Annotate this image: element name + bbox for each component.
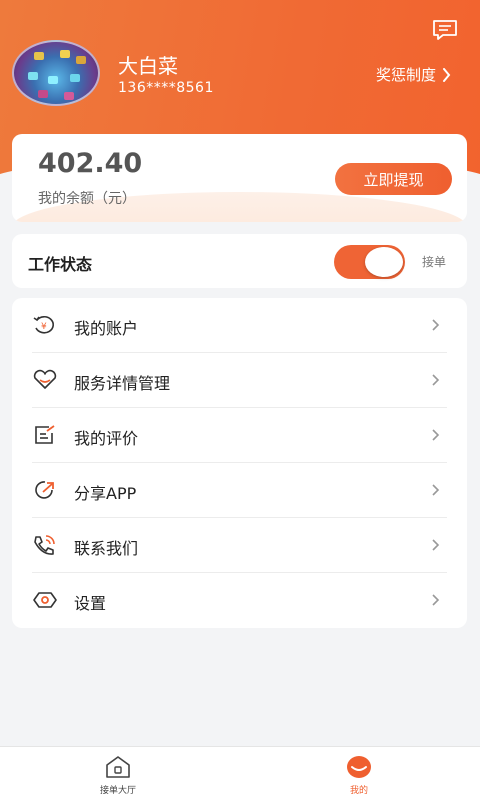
- menu-item-contact-us[interactable]: 联系我们: [12, 518, 467, 573]
- avatar-detail: [48, 76, 58, 84]
- message-icon[interactable]: [431, 18, 459, 42]
- chevron-right-icon: [430, 482, 442, 498]
- balance-card: 402.40 我的余额（元） 立即提现: [12, 134, 467, 222]
- work-status-card: 工作状态 接单: [12, 234, 467, 288]
- reward-rules-link[interactable]: 奖惩制度: [376, 64, 451, 85]
- toggle-knob: [365, 247, 403, 277]
- menu-item-service-details[interactable]: 服务详情管理: [12, 353, 467, 408]
- avatar[interactable]: [12, 40, 100, 106]
- home-icon: [104, 755, 132, 779]
- menu-item-label: 联系我们: [74, 539, 139, 558]
- work-status-title: 工作状态: [28, 255, 93, 274]
- tab-label: 我的: [349, 786, 368, 796]
- menu-list: ¥ 我的账户 服务详情管理 我的评价 分享APP 联系我们 设置: [12, 298, 467, 628]
- withdraw-button[interactable]: 立即提现: [335, 163, 452, 195]
- chevron-right-icon: [430, 427, 442, 443]
- avatar-detail: [34, 52, 44, 60]
- wallet-yuan-icon: ¥: [32, 314, 58, 336]
- tab-label: 接单大厅: [99, 786, 136, 796]
- toggle-label: 接单: [422, 255, 447, 269]
- edit-note-icon: [32, 424, 58, 446]
- settings-hexagon-icon: [32, 589, 58, 611]
- menu-item-my-account[interactable]: ¥ 我的账户: [12, 298, 467, 353]
- chevron-right-icon: [430, 317, 442, 333]
- chevron-right-icon: [443, 67, 451, 82]
- menu-item-label: 分享APP: [74, 484, 137, 503]
- avatar-detail: [76, 56, 86, 64]
- menu-item-settings[interactable]: 设置: [12, 573, 467, 628]
- reward-rules-label: 奖惩制度: [376, 66, 437, 84]
- avatar-detail: [70, 74, 80, 82]
- accept-orders-toggle[interactable]: [334, 245, 405, 279]
- chevron-right-icon: [430, 372, 442, 388]
- balance-label: 我的余额（元）: [38, 191, 136, 207]
- chevron-right-icon: [430, 537, 442, 553]
- avatar-detail: [60, 50, 70, 58]
- menu-item-my-reviews[interactable]: 我的评价: [12, 408, 467, 463]
- bottom-tab-bar: 接单大厅 我的: [0, 746, 480, 800]
- avatar-detail: [38, 90, 48, 98]
- menu-item-label: 服务详情管理: [74, 374, 171, 393]
- avatar-detail: [28, 72, 38, 80]
- heart-icon: [32, 369, 58, 391]
- tab-mine[interactable]: 我的: [299, 747, 419, 800]
- menu-item-label: 我的账户: [74, 319, 139, 338]
- balance-amount: 402.40: [38, 148, 143, 179]
- phone-call-icon: [32, 534, 58, 556]
- tab-order-hall[interactable]: 接单大厅: [58, 747, 178, 800]
- username: 大白菜: [118, 54, 178, 78]
- chevron-right-icon: [430, 592, 442, 608]
- profile-icon: [345, 755, 373, 779]
- share-icon: [32, 479, 58, 501]
- svg-text:¥: ¥: [41, 322, 47, 332]
- phone-number: 136****8561: [118, 80, 214, 96]
- menu-item-share-app[interactable]: 分享APP: [12, 463, 467, 518]
- menu-item-label: 我的评价: [74, 429, 139, 448]
- avatar-detail: [64, 92, 74, 100]
- menu-item-label: 设置: [74, 594, 107, 613]
